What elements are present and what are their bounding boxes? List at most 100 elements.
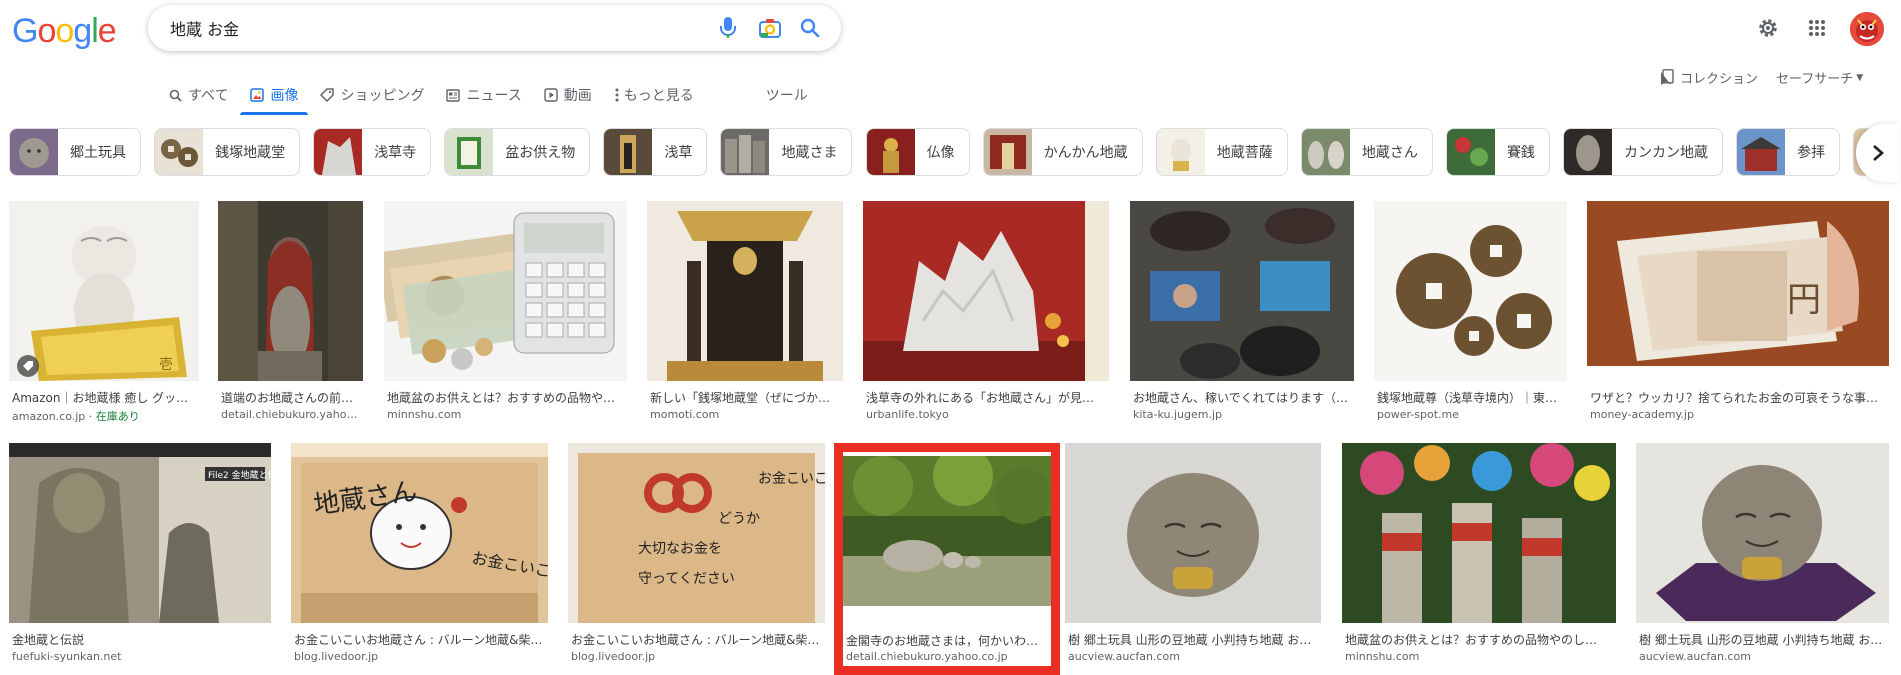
chip[interactable]: 参拝 xyxy=(1736,128,1841,176)
chip[interactable]: 地蔵さん xyxy=(1300,128,1433,176)
chip-thumbnail xyxy=(721,129,770,175)
image-result[interactable]: 円 ワザと？ウッカリ？捨てられたお金の可哀そうな事… money-academy… xyxy=(1587,201,1889,423)
tab-label: ショッピング xyxy=(340,88,425,104)
chip[interactable]: 銭塚地蔵堂 xyxy=(154,128,301,176)
result-title: 地蔵盆のお供えとは？おすすめの品物や… xyxy=(387,391,616,405)
apps-button[interactable] xyxy=(1803,14,1831,42)
result-title: 新しい「銭塚地蔵堂（ぜにづか… xyxy=(650,391,831,405)
result-image xyxy=(1374,201,1567,381)
result-image xyxy=(863,201,1109,381)
settings-button[interactable] xyxy=(1754,14,1782,42)
result-image: 円 xyxy=(1587,201,1889,366)
image-result[interactable]: 浅草寺の外れにある「お地蔵さん」が見… urbanlife.tokyo xyxy=(863,201,1109,423)
image-result[interactable]: 樹 郷土玩具 山形の豆地蔵 小判持ち地蔵 お… aucview.aucfan.c… xyxy=(1065,443,1321,665)
search-icon xyxy=(168,88,182,102)
chip-thumbnail xyxy=(445,129,494,175)
result-image xyxy=(218,201,363,381)
image-result[interactable]: 地蔵さん お金こいこい お金こいこいお地蔵さん : バルーン地蔵&柴… blog.… xyxy=(291,443,548,665)
video-icon xyxy=(544,88,558,102)
image-result[interactable]: 道端のお地蔵さんの前… detail.chiebukuro.yahoo… xyxy=(218,201,363,423)
chip-label: 賽銭 xyxy=(1506,145,1535,161)
search-button[interactable] xyxy=(798,16,822,40)
tab-images[interactable]: 画像 xyxy=(240,78,309,115)
logo-letter: o xyxy=(37,12,56,50)
result-title: ワザと？ウッカリ？捨てられたお金の可哀そうな事… xyxy=(1590,391,1879,405)
chip[interactable]: 浅草寺 xyxy=(313,128,432,176)
image-result[interactable]: 銭塚地蔵尊（浅草寺境内）｜東… power-spot.me xyxy=(1374,201,1567,423)
tab-more[interactable]: もっと見る xyxy=(614,78,694,112)
tab-news[interactable]: ニュース xyxy=(446,78,522,112)
chip-thumbnail xyxy=(314,129,363,175)
tab-shopping[interactable]: ショッピング xyxy=(320,78,424,112)
chip[interactable]: 地蔵菩薩 xyxy=(1155,128,1288,176)
image-search-button[interactable] xyxy=(758,16,782,40)
chip-label: 地蔵さま xyxy=(781,145,838,161)
microphone-icon xyxy=(720,17,736,38)
chip[interactable]: かんかん地蔵 xyxy=(982,128,1143,176)
result-title: 浅草寺の外れにある「お地蔵さん」が見… xyxy=(866,391,1095,405)
domain-text: amazon.co.jp xyxy=(12,410,86,423)
chip-label: 盆お供え物 xyxy=(505,145,576,161)
chip[interactable]: 郷土玩具 xyxy=(9,128,141,176)
avatar[interactable] xyxy=(1850,12,1884,46)
chip-thumbnail xyxy=(1564,129,1613,175)
result-domain: minnshu.com xyxy=(1345,650,1420,663)
result-domain: detail.chiebukuro.yahoo.co.jp xyxy=(846,650,1008,663)
tab-all[interactable]: すべて xyxy=(168,78,228,112)
result-title: 金閣寺のお地蔵さまは，何かいわ… xyxy=(846,634,1039,648)
chip-label: 銭塚地蔵堂 xyxy=(215,145,286,161)
result-image xyxy=(1130,201,1354,381)
more-vert-icon xyxy=(614,88,620,102)
image-result[interactable]: 地蔵盆のお供えとは？おすすめの品物やのし… minnshu.com xyxy=(1342,443,1616,665)
chip-thumbnail xyxy=(1737,129,1786,175)
chip[interactable]: 賽銭 xyxy=(1445,128,1550,176)
image-result[interactable]: お地蔵さん、稼いでくれてはります（… kita-ku.jugem.jp xyxy=(1130,201,1354,423)
tab-tools[interactable]: ツール xyxy=(766,78,808,112)
image-result[interactable]: 地蔵盆のお供えとは？おすすめの品物や… minnshu.com xyxy=(384,201,627,423)
image-result-selected[interactable]: 金閣寺のお地蔵さまは，何かいわ… detail.chiebukuro.yahoo… xyxy=(843,452,1051,663)
caret-down-icon: ▼ xyxy=(1856,72,1864,83)
result-title: 樹 郷土玩具 山形の豆地蔵 小判持ち地蔵 お… xyxy=(1068,633,1312,647)
related-chips: 郷土玩具 銭塚地蔵堂 浅草寺 盆お供え物 浅草 地蔵さま 仏像 かんかん地蔵 地… xyxy=(9,128,1889,178)
tab-label: もっと見る xyxy=(623,88,694,104)
product-tag-icon xyxy=(17,355,39,377)
result-title: 金地蔵と伝説 xyxy=(12,633,85,647)
search-input[interactable] xyxy=(170,16,690,40)
tab-videos[interactable]: 動画 xyxy=(544,78,592,112)
chip[interactable]: カンカン地蔵 xyxy=(1563,128,1724,176)
result-domain: amazon.co.jp · 在庫あり xyxy=(12,410,140,423)
chip[interactable]: 盆お供え物 xyxy=(444,128,591,176)
chip[interactable]: 地蔵さま xyxy=(720,128,853,176)
image-result[interactable]: 大切なお金を どうか守ってください お金こいこい お金こいこいお地蔵さん : バルー… xyxy=(568,443,825,665)
chip[interactable]: 仏像 xyxy=(865,128,970,176)
result-domain: aucview.aucfan.com xyxy=(1639,650,1751,663)
voice-search-button[interactable] xyxy=(716,16,740,40)
image-result[interactable]: 新しい「銭塚地蔵堂（ぜにづか… momoti.com xyxy=(647,201,843,423)
search-box xyxy=(148,5,841,51)
collections-link[interactable]: コレクション xyxy=(1660,68,1758,87)
news-icon xyxy=(446,88,461,102)
chip[interactable]: 浅草 xyxy=(603,128,708,176)
chip-label: かんかん地蔵 xyxy=(1043,145,1128,161)
bookmark-icon xyxy=(1661,69,1674,85)
chip-label: 仏像 xyxy=(926,145,955,161)
result-title: お地蔵さん、稼いでくれてはります（… xyxy=(1133,391,1349,405)
chip-label: 浅草寺 xyxy=(374,145,417,161)
box-text: どうか xyxy=(718,511,760,527)
chip-label: 浅草 xyxy=(664,145,693,161)
result-title: Amazon｜お地蔵様 癒し グッズ… xyxy=(12,391,198,405)
apps-grid-icon xyxy=(1809,20,1825,36)
result-domain: blog.livedoor.jp xyxy=(294,650,379,663)
google-logo[interactable]: Google xyxy=(12,12,117,51)
logo-letter: g xyxy=(73,12,92,50)
image-result[interactable]: 樹 郷土玩具 山形の豆地蔵 小判持ち地蔵 お… aucview.aucfan.c… xyxy=(1636,443,1889,665)
result-domain: blog.livedoor.jp xyxy=(571,650,656,663)
box-text: 守ってください xyxy=(638,571,735,587)
collections-label: コレクション xyxy=(1680,72,1759,87)
tab-label: すべて xyxy=(188,88,229,104)
safesearch-menu[interactable]: セーフサーチ ▼ xyxy=(1776,68,1863,87)
image-result[interactable]: 壱 Amazon｜お地蔵様 癒し グッズ… amazon.co.jp · 在庫あ… xyxy=(9,201,199,423)
tab-label: 画像 xyxy=(270,88,299,104)
image-result[interactable]: File2 金地蔵と伝説 金地蔵と伝説 fuefuki-syunkan.net xyxy=(9,443,271,665)
search-tabs: すべて 画像 ショッピング ニュース 動画 もっと見る ツール xyxy=(168,78,830,115)
